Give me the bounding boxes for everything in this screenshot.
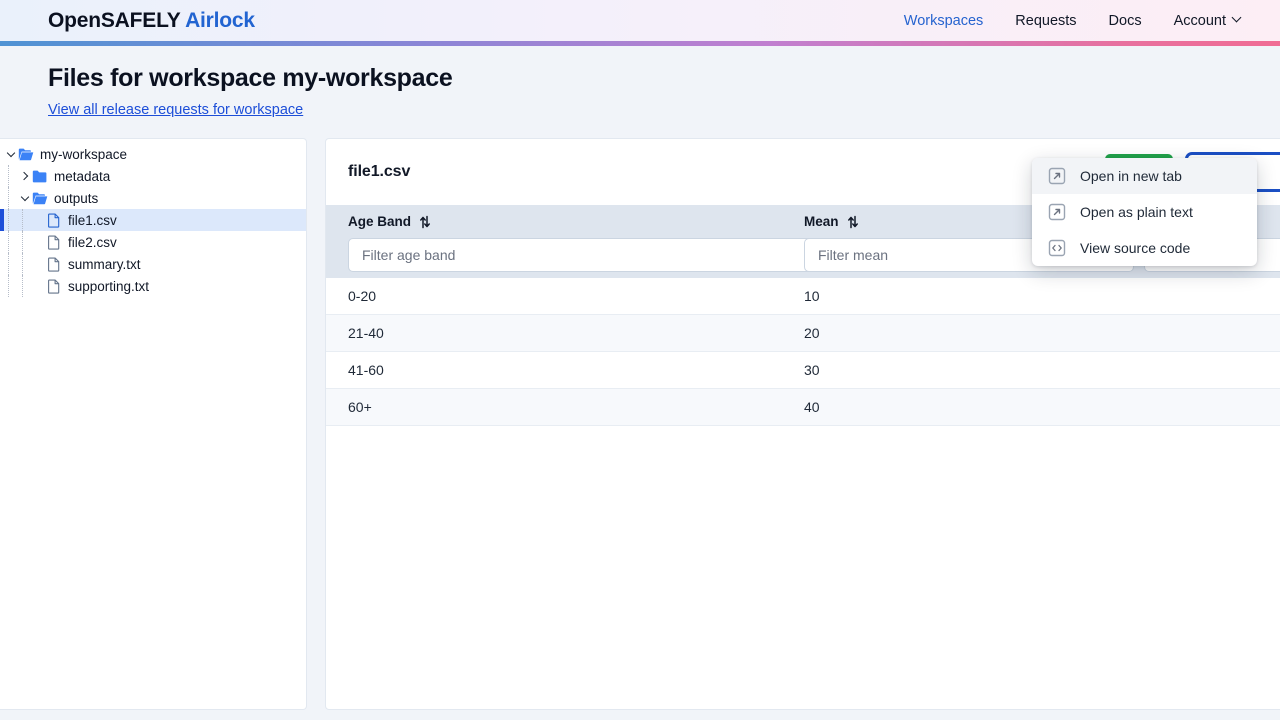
tree-guide-line xyxy=(22,209,23,231)
nav-links: Workspaces Requests Docs Account xyxy=(904,13,1242,29)
table-cell-mean: 10 xyxy=(804,288,820,304)
sort-updown-icon[interactable] xyxy=(419,215,431,229)
nav-link-requests[interactable]: Requests xyxy=(1015,13,1076,29)
chevron-down-icon xyxy=(1233,14,1242,23)
brand-name-main: OpenSAFELY xyxy=(48,8,181,32)
tree-item-label: file1.csv xyxy=(68,212,117,228)
tree-item-label: outputs xyxy=(54,190,99,206)
column-header-age-band[interactable]: Age Band xyxy=(326,214,804,229)
sort-updown-icon[interactable] xyxy=(847,215,859,229)
page-header: Files for workspace my-workspace View al… xyxy=(0,46,1280,138)
tree-guide-line xyxy=(8,275,9,297)
filter-cell-age-band xyxy=(326,238,816,272)
tree-item-label: file2.csv xyxy=(68,234,117,250)
menu-item-open-as-plain-text[interactable]: Open as plain text xyxy=(1032,194,1257,230)
code-icon xyxy=(1048,239,1066,257)
filter-age-band-input[interactable] xyxy=(348,238,816,272)
table-cell-age-band: 60+ xyxy=(348,399,372,415)
tree-guide-line xyxy=(22,253,23,275)
nav-link-account[interactable]: Account xyxy=(1174,13,1242,29)
menu-item-open-as-plain-text-label: Open as plain text xyxy=(1080,204,1193,220)
brand-logo[interactable]: OpenSAFELY Airlock xyxy=(48,9,255,33)
tree-item-label: my-workspace xyxy=(40,146,128,162)
file-title: file1.csv xyxy=(348,163,411,180)
tree-guide-line xyxy=(22,231,23,253)
external-link-icon xyxy=(1048,203,1066,221)
table-cell-age-band: 21-40 xyxy=(348,325,384,341)
folder-closed-icon xyxy=(32,169,48,184)
tree-item-outputs[interactable]: outputs xyxy=(0,187,306,209)
page-title: Files for workspace my-workspace xyxy=(48,64,453,92)
table-cell-mean: 40 xyxy=(804,399,820,415)
tree-guide-line xyxy=(8,165,9,187)
column-header-age-band-label: Age Band xyxy=(348,214,412,229)
tree-item-label: metadata xyxy=(54,168,111,184)
menu-item-view-source-code-label: View source code xyxy=(1080,240,1191,256)
file-icon xyxy=(46,235,62,250)
tree-guide-line xyxy=(22,275,23,297)
chevron-right-icon[interactable] xyxy=(21,172,29,180)
file-icon xyxy=(46,257,62,272)
table-cell-age-band: 0-20 xyxy=(348,288,377,304)
tree-twisty[interactable] xyxy=(18,194,32,202)
menu-item-view-source-code[interactable]: View source code xyxy=(1032,230,1257,266)
tree-guide-line xyxy=(8,209,9,231)
file-tree: my-workspace metadata outputs file1.csv file… xyxy=(0,143,306,297)
chevron-down-icon[interactable] xyxy=(7,150,15,158)
column-header-mean-label: Mean xyxy=(804,214,839,229)
file-actions-dropdown-menu: Open in new tab Open as plain text View … xyxy=(1032,158,1257,266)
folder-open-icon xyxy=(18,147,34,162)
tree-item-label: supporting.txt xyxy=(68,278,150,294)
chevron-down-icon[interactable] xyxy=(21,194,29,202)
tree-twisty[interactable] xyxy=(18,172,32,180)
table-cell-age-band: 41-60 xyxy=(348,362,384,378)
tree-item-metadata[interactable]: metadata xyxy=(0,165,306,187)
nav-link-workspaces[interactable]: Workspaces xyxy=(904,13,984,29)
menu-item-open-in-new-tab[interactable]: Open in new tab xyxy=(1032,158,1257,194)
top-navbar: OpenSAFELY Airlock Workspaces Requests D… xyxy=(0,0,1280,41)
table-row: 41-60 30 xyxy=(326,352,1280,389)
file-icon xyxy=(46,213,62,228)
tree-item-supporting-txt[interactable]: supporting.txt xyxy=(0,275,306,297)
selected-indicator xyxy=(0,209,4,231)
table-cell-mean: 30 xyxy=(804,362,820,378)
tree-item-file1-csv[interactable]: file1.csv xyxy=(0,209,306,231)
folder-open-icon xyxy=(32,191,48,206)
nav-link-docs[interactable]: Docs xyxy=(1109,13,1142,29)
table-cell-mean: 20 xyxy=(804,325,820,341)
tree-guide-line xyxy=(8,253,9,275)
table-row: 60+ 40 xyxy=(326,389,1280,426)
table-row: 21-40 20 xyxy=(326,315,1280,352)
tree-item-summary-txt[interactable]: summary.txt xyxy=(0,253,306,275)
table-body: 0-20 10 21-40 20 41-60 30 60+ 40 xyxy=(326,278,1280,426)
tree-guide-line xyxy=(8,231,9,253)
tree-item-label: summary.txt xyxy=(68,256,141,272)
tree-guide-line xyxy=(8,187,9,209)
table-row: 0-20 10 xyxy=(326,278,1280,315)
tree-item-my-workspace[interactable]: my-workspace xyxy=(0,143,306,165)
brand-name-accent: Airlock xyxy=(185,8,255,32)
tree-item-file2-csv[interactable]: file2.csv xyxy=(0,231,306,253)
tree-twisty[interactable] xyxy=(4,150,18,158)
nav-link-account-label: Account xyxy=(1173,12,1226,29)
file-icon xyxy=(46,279,62,294)
menu-item-open-in-new-tab-label: Open in new tab xyxy=(1080,168,1182,184)
file-tree-sidebar: my-workspace metadata outputs file1.csv file… xyxy=(0,138,307,710)
view-release-requests-link[interactable]: View all release requests for workspace xyxy=(48,102,303,118)
external-link-icon xyxy=(1048,167,1066,185)
